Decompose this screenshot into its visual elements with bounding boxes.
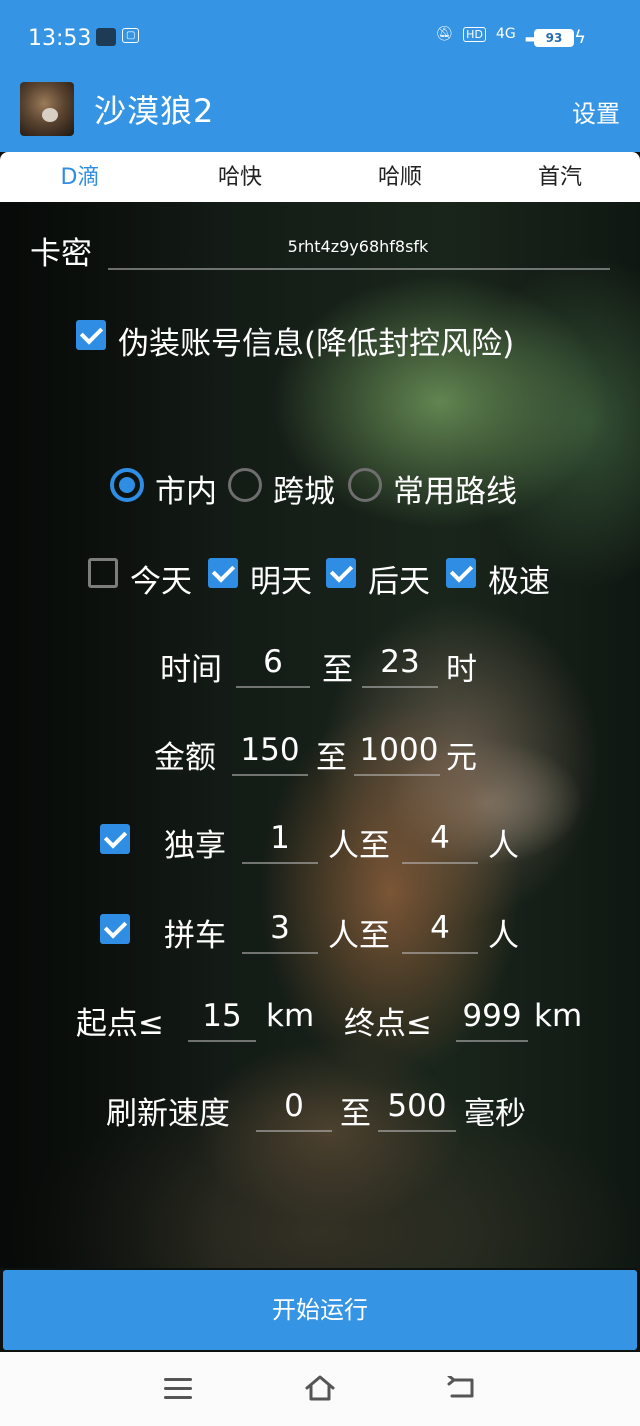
refresh-label: 刷新速度	[106, 1096, 230, 1132]
day-checkbox-dayafter[interactable]	[326, 558, 356, 588]
route-label-common: 常用路线	[393, 474, 517, 510]
disguise-checkbox[interactable]	[76, 320, 106, 350]
back-icon[interactable]	[446, 1376, 476, 1400]
carpool-from-input[interactable]: 3	[242, 910, 318, 946]
app-bar: 沙漠狼2 设置	[0, 78, 640, 152]
speed-label: 极速	[488, 564, 550, 600]
menu-icon[interactable]	[164, 1378, 192, 1400]
exclusive-from-underline	[242, 862, 318, 864]
day-checkbox-today[interactable]	[88, 558, 118, 588]
exclusive-checkbox[interactable]	[100, 824, 130, 854]
battery-icon: 93	[534, 29, 574, 47]
start-distance-input[interactable]: 15	[188, 998, 256, 1034]
refresh-from-input[interactable]: 0	[256, 1088, 332, 1124]
refresh-from-underline	[256, 1130, 332, 1132]
app-avatar	[20, 82, 74, 136]
carpool-checkbox[interactable]	[100, 914, 130, 944]
refresh-to-input[interactable]: 500	[378, 1088, 456, 1124]
day-label-dayafter: 后天	[368, 564, 430, 600]
day-label-tomorrow: 明天	[250, 564, 312, 600]
carpool-mid-label: 人至	[328, 918, 390, 954]
refresh-unit: 毫秒	[464, 1096, 526, 1132]
home-icon[interactable]	[304, 1374, 336, 1402]
amount-from-underline	[232, 774, 308, 776]
tab-hakuai[interactable]: 哈快	[160, 152, 320, 202]
amount-to-underline	[354, 774, 440, 776]
start-distance-underline	[188, 1040, 256, 1042]
carpool-from-underline	[242, 952, 318, 954]
amount-label: 金额	[154, 740, 216, 776]
time-from-underline	[236, 686, 310, 688]
mute-icon: 🔕︎	[435, 26, 454, 42]
time-to-label: 至	[322, 652, 353, 688]
settings-button[interactable]: 设置	[572, 94, 620, 129]
key-input[interactable]: 5rht4z9y68hf8sfk	[108, 232, 608, 270]
amount-unit: 元	[446, 740, 477, 776]
end-distance-unit: km	[534, 998, 583, 1034]
exclusive-to-underline	[402, 862, 478, 864]
refresh-to-underline	[378, 1130, 456, 1132]
exclusive-mid-label: 人至	[328, 828, 390, 864]
carpool-to-input[interactable]: 4	[402, 910, 478, 946]
end-distance-underline	[456, 1040, 528, 1042]
exclusive-unit: 人	[488, 828, 519, 864]
time-unit: 时	[446, 652, 477, 688]
carpool-to-underline	[402, 952, 478, 954]
start-distance-label: 起点≤	[76, 1006, 164, 1042]
notification-badge-icon: ▢	[122, 28, 140, 43]
time-to-input[interactable]: 23	[362, 644, 438, 680]
time-label: 时间	[160, 652, 222, 688]
amount-to-label: 至	[316, 740, 347, 776]
app-title: 沙漠狼2	[94, 92, 215, 130]
day-label-today: 今天	[130, 564, 192, 600]
network-type: 4G	[495, 26, 516, 42]
tab-shouqi[interactable]: 首汽	[480, 152, 640, 202]
speed-checkbox[interactable]	[446, 558, 476, 588]
carpool-unit: 人	[488, 918, 519, 954]
day-checkbox-tomorrow[interactable]	[208, 558, 238, 588]
start-run-button[interactable]: 开始运行	[3, 1270, 637, 1350]
system-nav-bar	[0, 1352, 640, 1426]
start-distance-unit: km	[266, 998, 315, 1034]
time-to-underline	[362, 686, 438, 688]
end-distance-label: 终点≤	[344, 1006, 432, 1042]
route-label-city: 市内	[155, 474, 217, 510]
route-radio-common[interactable]	[348, 468, 382, 502]
tab-hashun[interactable]: 哈顺	[320, 152, 480, 202]
tab-bar: D滴 哈快 哈顺 首汽	[0, 152, 640, 206]
exclusive-to-input[interactable]: 4	[402, 820, 478, 856]
amount-to-input[interactable]: 1000	[354, 732, 444, 768]
exclusive-from-input[interactable]: 1	[242, 820, 318, 856]
charging-icon: ϟ	[574, 27, 586, 48]
key-input-underline	[108, 268, 610, 270]
clock: 13:53	[28, 26, 92, 51]
amount-from-input[interactable]: 150	[232, 732, 308, 768]
route-radio-city[interactable]	[110, 468, 144, 502]
form-panel: 卡密 5rht4z9y68hf8sfk 伪装账号信息(降低封控风险) 市内 跨城…	[0, 202, 640, 1268]
hd-icon: HD	[463, 26, 486, 42]
tab-ddi[interactable]: D滴	[0, 152, 160, 206]
end-distance-input[interactable]: 999	[456, 998, 528, 1034]
route-radio-intercity[interactable]	[228, 468, 262, 502]
exclusive-label: 独享	[164, 828, 226, 864]
key-label: 卡密	[30, 236, 92, 272]
carpool-label: 拼车	[164, 918, 226, 954]
route-label-intercity: 跨城	[273, 474, 335, 510]
refresh-to-label: 至	[340, 1096, 371, 1132]
notification-app-icon	[96, 28, 116, 46]
disguise-label: 伪装账号信息(降低封控风险)	[118, 326, 515, 362]
status-bar: 13:53 ▢ 🔕︎ HD 4G ▂▃▅ 93 ϟ	[0, 0, 640, 78]
time-from-input[interactable]: 6	[236, 644, 310, 680]
